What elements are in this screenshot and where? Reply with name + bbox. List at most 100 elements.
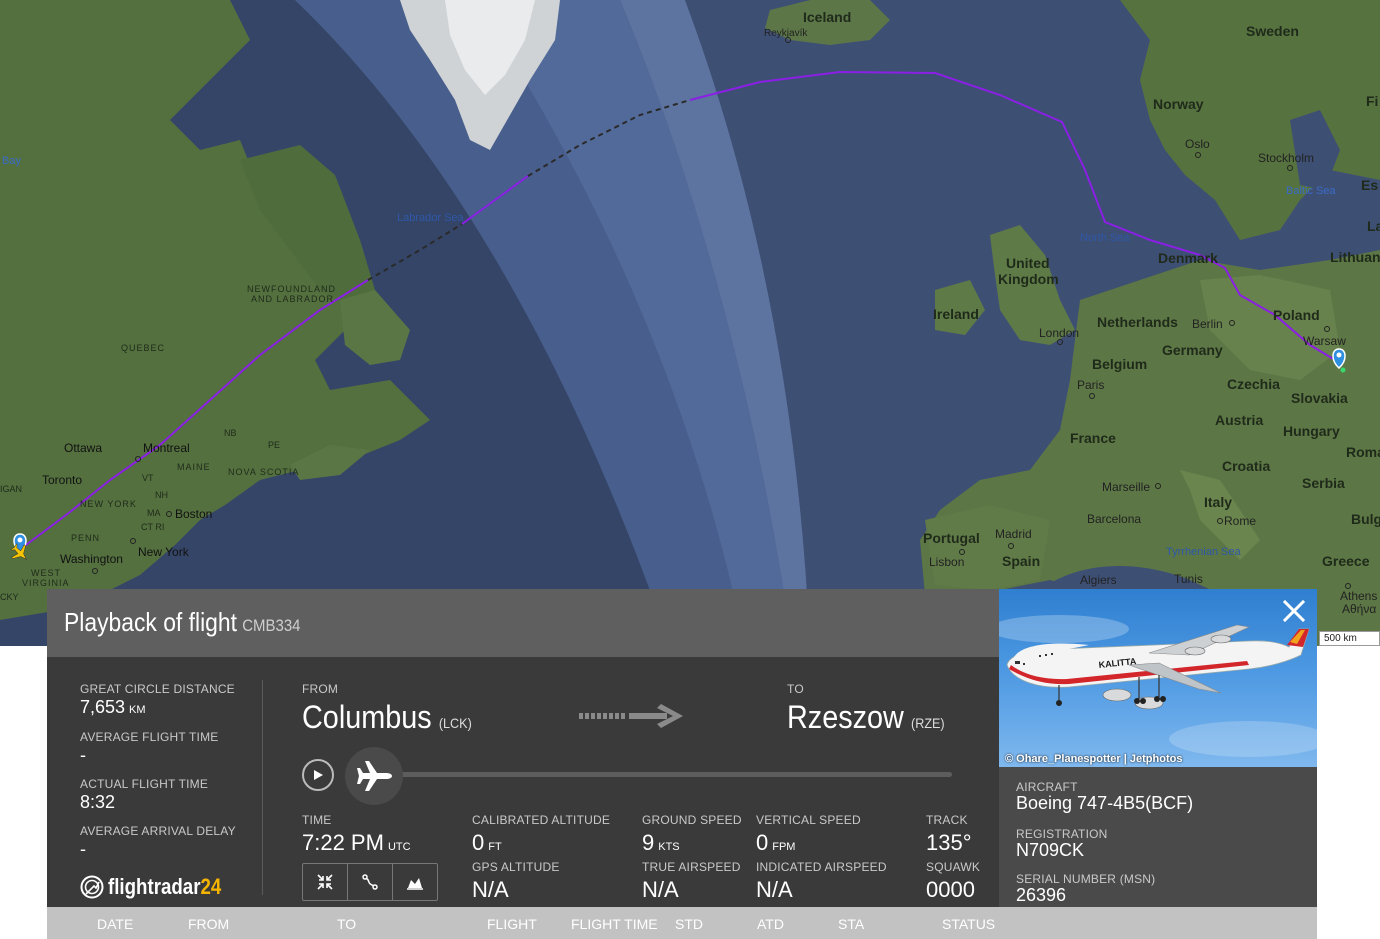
time-number: 7:22 PM [302, 830, 384, 855]
map-label-germany: Germany [1162, 342, 1223, 358]
map-label-labrador-sea: Labrador Sea [397, 212, 465, 224]
altitude-chart-button[interactable] [393, 864, 437, 900]
map-label-austria: Austria [1215, 412, 1263, 428]
column-header-date[interactable]: DATE [97, 916, 133, 932]
map-label-penn: PENN [71, 533, 100, 543]
column-header-atd[interactable]: ATD [757, 916, 784, 932]
map-label-united-kingdom: United Kingdom [998, 255, 1059, 287]
map-scale: 500 km [1319, 631, 1380, 646]
map-label-bay: Bay [2, 155, 21, 167]
map-label-netherlands: Netherlands [1097, 314, 1178, 330]
map-label-pe: PE [268, 440, 280, 450]
map-label-norway: Norway [1153, 96, 1204, 112]
map-label-montreal: Montreal [143, 441, 190, 455]
column-header-flight-time[interactable]: FLIGHT TIME [571, 916, 658, 932]
from-city-name: Columbus [302, 699, 432, 735]
compress-button[interactable] [303, 864, 348, 900]
map-label-new-york-city: New York [138, 545, 190, 559]
column-header-status[interactable]: STATUS [942, 916, 995, 932]
map-label-paris: Paris [1077, 378, 1104, 392]
vertical-speed-value: 0 FPM [756, 830, 795, 856]
vertical-speed-label: VERTICAL SPEED [756, 813, 861, 827]
map-label-virginia: VIRGINIA [22, 578, 70, 588]
map-label-warsaw: Warsaw [1303, 334, 1346, 348]
column-header-std[interactable]: STD [675, 916, 703, 932]
map-label-maine: MAINE [177, 462, 211, 472]
map-label-portugal: Portugal [923, 530, 980, 546]
great-circle-distance-label: GREAT CIRCLE DISTANCE [80, 682, 235, 696]
timeline-handle[interactable] [345, 747, 403, 805]
playback-panel: Playback of flight CMB334 GREAT CIRCLE DI… [47, 589, 1317, 939]
map-label-ireland: Ireland [933, 306, 979, 322]
map-label-athens-greek: Αθήνα [1342, 602, 1376, 616]
flightradar24-logo[interactable]: flightradar24 [80, 874, 241, 900]
average-flight-time-value: - [80, 745, 86, 765]
average-flight-time-label: AVERAGE FLIGHT TIME [80, 730, 219, 744]
map-label-tyrrhenian-sea: Tyrrhenian Sea [1166, 546, 1241, 558]
time-value: 7:22 PM UTC [302, 830, 411, 856]
time-label: TIME [302, 813, 332, 827]
indicated-airspeed-label: INDICATED AIRSPEED [756, 860, 887, 874]
aircraft-photo[interactable]: KALITTA © Ohare_Planespotter | Jetphotos [999, 589, 1317, 767]
logo-number: 24 [200, 874, 222, 899]
map-label-united-kingdom-line2: Kingdom [998, 271, 1059, 287]
map-label-hungary: Hungary [1283, 423, 1340, 439]
map-label-oslo: Oslo [1185, 137, 1210, 151]
map-label-bulg: Bulg [1351, 511, 1380, 527]
aircraft-type-label: AIRCRAFT [1016, 780, 1078, 794]
panel-title: Playback of flight CMB334 [64, 607, 300, 638]
column-header-from[interactable]: FROM [188, 916, 229, 932]
map-label-france: France [1070, 430, 1116, 446]
column-header-to[interactable]: TO [337, 916, 356, 932]
registration-value[interactable]: N709CK [1016, 840, 1084, 861]
compress-icon [317, 874, 333, 890]
to-airport-code: (RZE) [911, 715, 945, 731]
true-airspeed-value: N/A [642, 877, 679, 902]
average-arrival-delay-label: AVERAGE ARRIVAL DELAY [80, 824, 236, 838]
column-header-flight[interactable]: FLIGHT [487, 916, 537, 932]
map-label-stockholm: Stockholm [1258, 151, 1314, 165]
calibrated-altitude-number: 0 [472, 830, 485, 855]
ground-speed-number: 9 [642, 830, 655, 855]
squawk-label: SQUAWK [926, 860, 981, 874]
serial-number-value: 26396 [1016, 885, 1067, 905]
gps-altitude-value: N/A [472, 877, 509, 902]
map-label-london: London [1039, 326, 1079, 340]
playback-timeline[interactable] [377, 772, 952, 777]
map-label-boston: Boston [175, 507, 212, 521]
calibrated-altitude-value: 0 FT [472, 830, 502, 856]
photo-credit[interactable]: © Ohare_Planespotter | Jetphotos [1005, 753, 1182, 765]
map-label-slovakia: Slovakia [1291, 390, 1348, 406]
close-icon [1282, 599, 1306, 623]
from-label: FROM [302, 682, 339, 696]
map-label-italy: Italy [1204, 494, 1232, 510]
actual-flight-time-label: ACTUAL FLIGHT TIME [80, 777, 209, 791]
map-label-west-virginia: WEST [31, 568, 61, 578]
map[interactable]: Iceland Reykjavík Sweden Fi Norway Oslo … [0, 0, 1380, 646]
map-label-cky: CKY [0, 592, 19, 602]
close-button[interactable] [1278, 595, 1310, 627]
map-label-roma: Roma [1346, 444, 1380, 460]
map-label-nh: NH [155, 490, 168, 500]
great-circle-distance-number: 7,653 [80, 697, 126, 717]
flight-playback-screen: Iceland Reykjavík Sweden Fi Norway Oslo … [0, 0, 1380, 939]
map-label-tunis: Tunis [1174, 572, 1203, 586]
ground-speed-label: GROUND SPEED [642, 813, 742, 827]
flight-info-body: GREAT CIRCLE DISTANCE 7,653 KM AVERAGE FL… [47, 657, 999, 907]
play-button[interactable] [302, 759, 334, 791]
time-unit: UTC [387, 841, 411, 853]
map-label-ct-ri: CT RI [141, 522, 164, 532]
to-city-name: Rzeszow [787, 699, 904, 735]
true-airspeed-label: TRUE AIRSPEED [642, 860, 741, 874]
route-arrow-icon [579, 704, 683, 728]
map-label-reykjavik: Reykjavík [764, 28, 808, 39]
map-label-iceland: Iceland [803, 9, 851, 25]
route-toggle-button[interactable] [348, 864, 393, 900]
column-header-sta[interactable]: STA [838, 916, 864, 932]
map-label-greece: Greece [1322, 553, 1370, 569]
map-label-barcelona: Barcelona [1087, 512, 1141, 526]
map-label-es: Es [1361, 177, 1378, 193]
map-label-la: La [1367, 218, 1380, 234]
map-label-fi: Fi [1366, 93, 1378, 109]
map-label-algiers: Algiers [1080, 573, 1117, 587]
